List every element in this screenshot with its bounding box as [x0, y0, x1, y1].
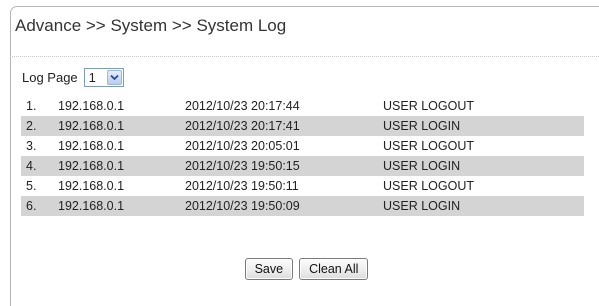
log-row-event: USER LOGOUT — [383, 139, 474, 153]
log-row-event: USER LOGIN — [383, 199, 461, 213]
log-row-ip: 192.168.0.1 — [58, 119, 125, 133]
clean-all-button[interactable]: Clean All — [299, 258, 369, 280]
log-page-select[interactable]: 1 — [83, 67, 124, 87]
title-divider — [10, 56, 599, 57]
log-row: 6. 192.168.0.1 2012/10/23 19:50:09 USER LOG… — [21, 196, 584, 216]
log-row: 2. 192.168.0.1 2012/10/23 20:17:41 USER LOG… — [21, 116, 584, 136]
log-row-event: USER LOGIN — [383, 119, 461, 133]
log-row-time: 2012/10/23 20:17:41 — [185, 119, 300, 133]
log-row: 3. 192.168.0.1 2012/10/23 20:05:01 USER LOG… — [21, 136, 584, 156]
log-page-label: Log Page — [22, 69, 78, 85]
log-row-time: 2012/10/23 19:50:15 — [185, 159, 300, 173]
log-row-time: 2012/10/23 19:50:09 — [185, 199, 300, 213]
action-buttons: Save Clean All — [0, 258, 599, 280]
log-row-number: 4. — [26, 159, 37, 173]
log-page-selected-value: 1 — [88, 69, 96, 85]
save-button[interactable]: Save — [244, 258, 294, 280]
log-row-ip: 192.168.0.1 — [58, 99, 125, 113]
log-row-ip: 192.168.0.1 — [58, 159, 125, 173]
log-row-ip: 192.168.0.1 — [58, 179, 125, 193]
log-row-event: USER LOGIN — [383, 159, 461, 173]
log-row-number: 3. — [26, 139, 37, 153]
log-row-time: 2012/10/23 19:50:11 — [185, 179, 299, 193]
log-row-event: USER LOGOUT — [383, 179, 474, 193]
log-row: 5. 192.168.0.1 2012/10/23 19:50:11 USER LOG… — [21, 176, 584, 196]
dropdown-button[interactable] — [106, 69, 122, 85]
log-row-ip: 192.168.0.1 — [58, 139, 125, 153]
log-row: 1. 192.168.0.1 2012/10/23 20:17:44 USER LOG… — [21, 96, 584, 116]
system-log-table: 1. 192.168.0.1 2012/10/23 20:17:44 USER LOG… — [21, 96, 584, 216]
log-row-time: 2012/10/23 20:17:44 — [185, 99, 300, 113]
log-row-time: 2012/10/23 20:05:01 — [185, 139, 300, 153]
log-row: 4. 192.168.0.1 2012/10/23 19:50:15 USER LOG… — [21, 156, 584, 176]
log-row-number: 6. — [26, 199, 37, 213]
log-row-number: 5. — [26, 179, 37, 193]
log-row-ip: 192.168.0.1 — [58, 199, 125, 213]
log-page-control: Log Page 1 — [22, 67, 124, 87]
log-row-number: 2. — [26, 119, 37, 133]
log-row-event: USER LOGOUT — [383, 99, 474, 113]
log-row-number: 1. — [26, 99, 37, 113]
chevron-down-icon — [110, 74, 119, 80]
page-title: Advance >> System >> System Log — [15, 16, 287, 35]
